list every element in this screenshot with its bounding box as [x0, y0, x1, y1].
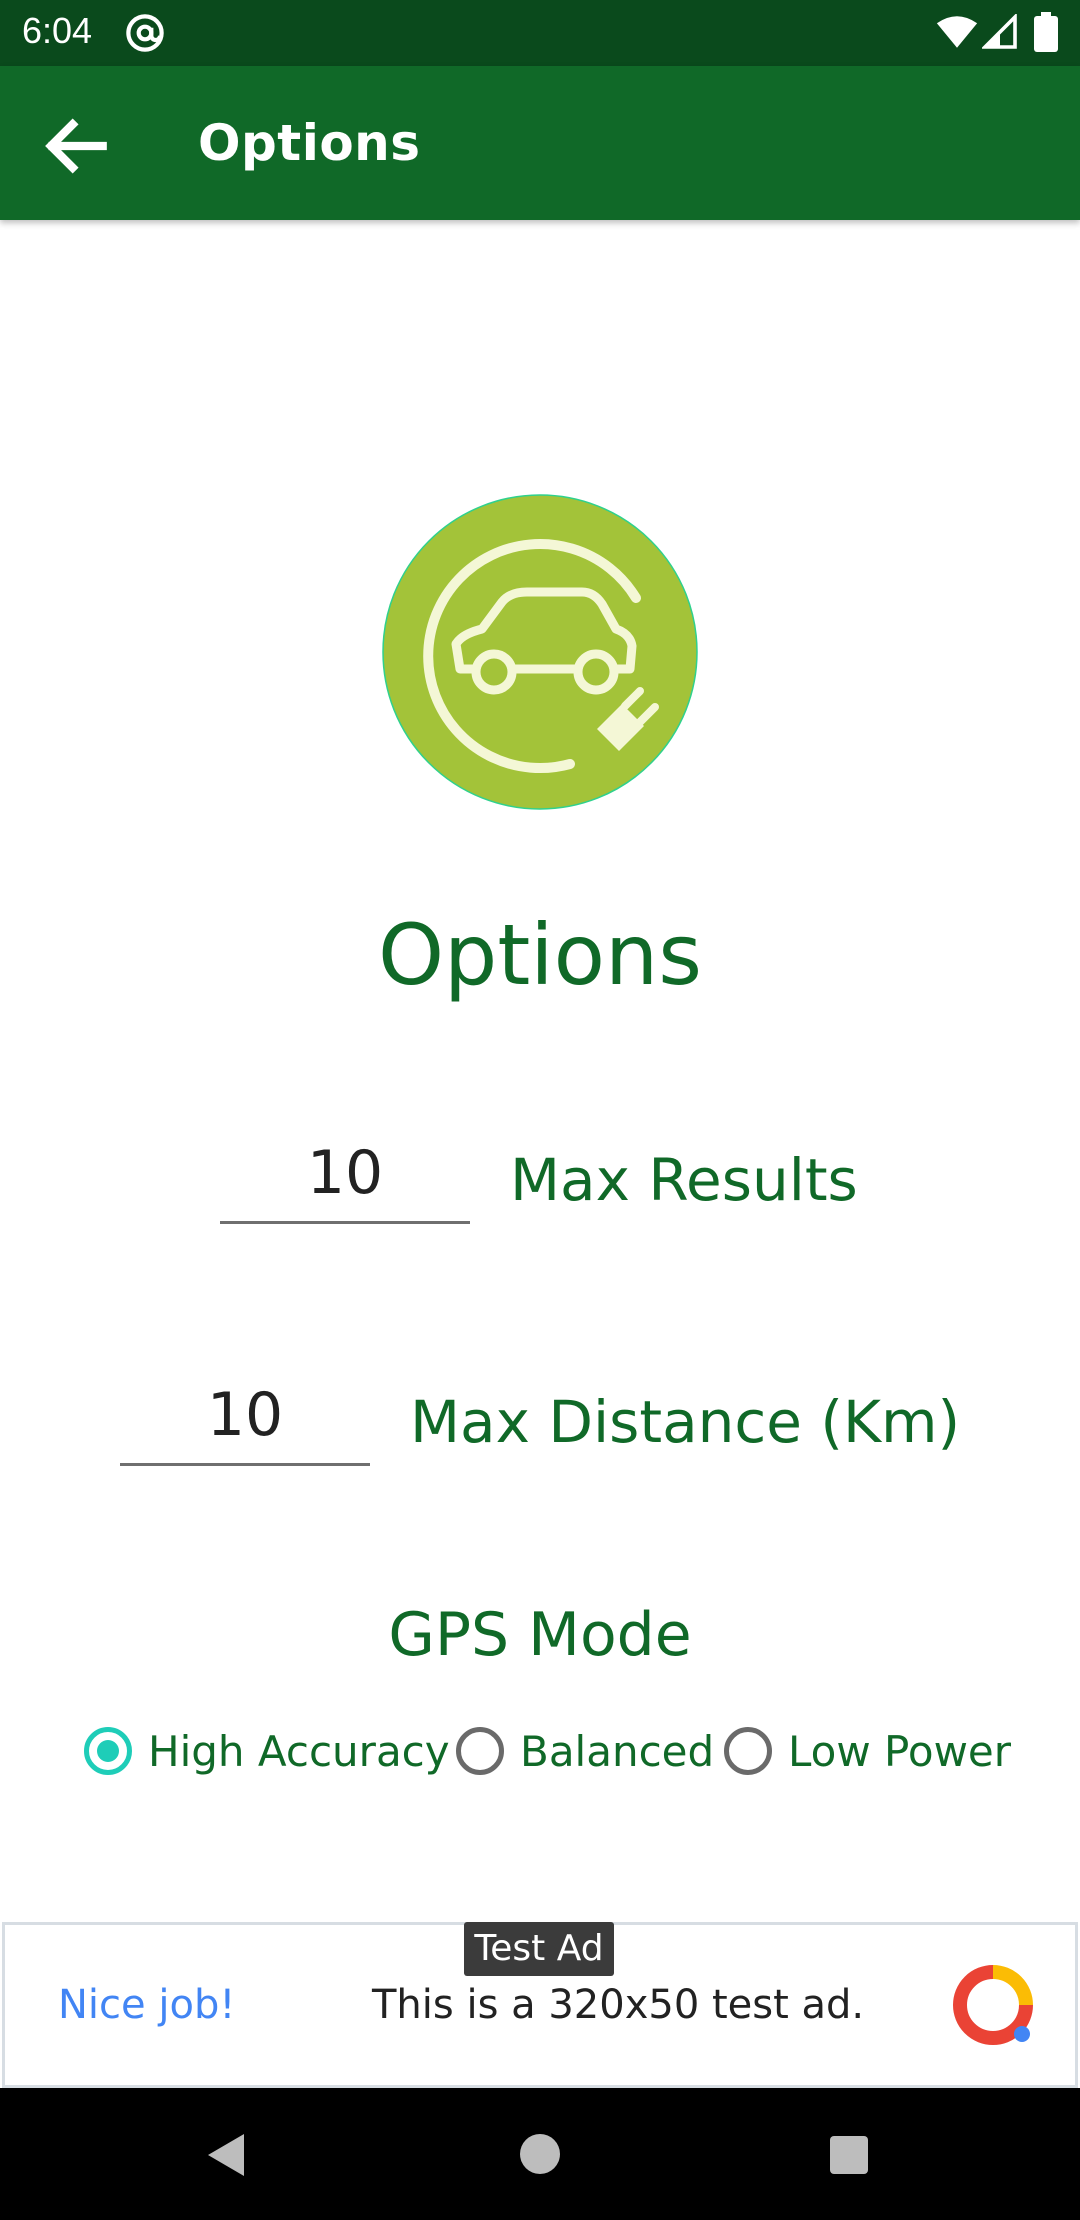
electric-car-plug-icon — [382, 494, 698, 810]
status-bar: 6:04 — [0, 0, 1080, 66]
radio-button[interactable] — [456, 1727, 504, 1775]
radio-label: Low Power — [788, 1726, 1012, 1776]
app-bar: Options — [0, 66, 1080, 220]
battery-icon — [1034, 12, 1058, 52]
radio-button-checked[interactable] — [84, 1727, 132, 1775]
ad-nice-job-text[interactable]: Nice job! — [58, 1982, 235, 2028]
gps-mode-heading: GPS Mode — [388, 1600, 692, 1670]
max-distance-label: Max Distance (Km) — [410, 1388, 961, 1456]
radio-label: High Accuracy — [148, 1726, 450, 1776]
at-sign-icon — [126, 14, 164, 52]
status-time: 6:04 — [22, 10, 93, 51]
max-results-input[interactable] — [220, 1124, 470, 1224]
wifi-icon — [936, 16, 978, 48]
ad-body-text[interactable]: This is a 320x50 test ad. — [372, 1982, 864, 2028]
max-distance-input[interactable] — [120, 1366, 370, 1466]
radio-button[interactable] — [724, 1727, 772, 1775]
admob-logo-icon — [953, 1965, 1033, 2045]
app-bar-title: Options — [198, 114, 421, 172]
max-results-label: Max Results — [510, 1146, 858, 1214]
radio-high-accuracy[interactable]: High Accuracy — [84, 1718, 450, 1784]
radio-balanced[interactable]: Balanced — [456, 1718, 714, 1784]
nav-back-icon[interactable] — [204, 2132, 248, 2178]
page-heading: Options — [377, 906, 703, 1004]
test-ad-badge: Test Ad — [464, 1922, 614, 1976]
nav-home-icon[interactable] — [518, 2132, 562, 2176]
arrow-back-icon[interactable] — [36, 106, 116, 186]
radio-low-power[interactable]: Low Power — [724, 1718, 1011, 1784]
radio-label: Balanced — [520, 1726, 715, 1776]
signal-icon — [982, 14, 1017, 49]
nav-recents-icon[interactable] — [828, 2134, 870, 2176]
